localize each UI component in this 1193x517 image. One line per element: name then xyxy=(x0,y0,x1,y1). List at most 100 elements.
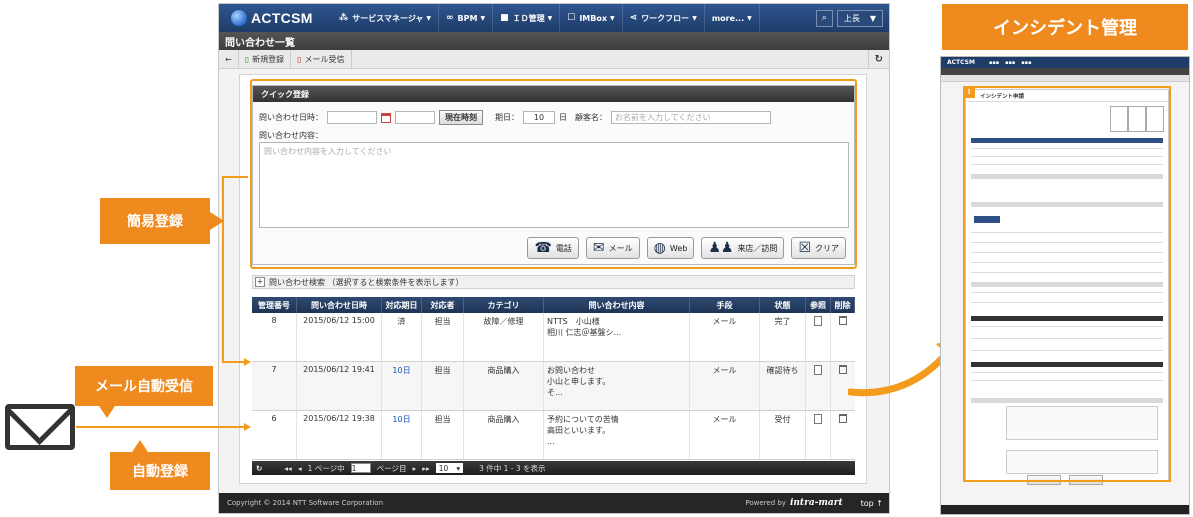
document-icon[interactable] xyxy=(814,365,822,375)
back-button[interactable]: ← xyxy=(219,49,239,69)
cell-method: メール xyxy=(690,411,760,459)
cell-method: メール xyxy=(690,362,760,410)
cell-category: 故障／修理 xyxy=(464,313,544,361)
highlight-badge: ! xyxy=(963,86,975,98)
table-row[interactable]: 7 2015/06/12 19:41 10日 担当 商品購入 お問い合わせ 小山… xyxy=(252,362,855,411)
next-page-icon[interactable]: ▸ xyxy=(412,464,416,473)
cell-datetime: 2015/06/12 19:41 xyxy=(297,362,382,410)
nav-id[interactable]: ■ ＩＤ管理 ▼ xyxy=(493,4,561,32)
trash-icon[interactable] xyxy=(839,414,847,423)
col-category[interactable]: カテゴリ xyxy=(464,297,544,313)
content-line: そ... xyxy=(547,388,563,397)
callout-auto-register: 自動登録 xyxy=(110,440,210,490)
bracket-line xyxy=(222,176,248,178)
new-label: 新規登録 xyxy=(252,54,285,64)
content-line: 相川 仁志＠基盤シ... xyxy=(547,328,622,337)
bracket-line xyxy=(222,361,246,363)
content-line: ... xyxy=(547,437,555,446)
table-row[interactable]: 6 2015/06/12 19:38 10日 担当 商品購入 予約についての苦情… xyxy=(252,411,855,460)
cell-due[interactable]: 10日 xyxy=(382,411,422,459)
user-name: 上長 xyxy=(843,13,860,23)
nav-more[interactable]: more... ▼ xyxy=(705,4,760,32)
col-id[interactable]: 管理番号 xyxy=(252,297,297,313)
cell-datetime: 2015/06/12 15:00 xyxy=(297,313,382,361)
page-size-select[interactable]: 10 ▾ xyxy=(435,463,464,473)
search-toggle-label: 問い合わせ検索 （選択すると検索条件を表示します） xyxy=(269,277,464,287)
mail-line xyxy=(76,426,244,428)
lock-icon: ■ xyxy=(500,13,509,23)
page-input[interactable]: 1 xyxy=(350,463,371,473)
refresh-icon[interactable]: ↻ xyxy=(256,464,262,473)
cell-due[interactable]: 10日 xyxy=(382,362,422,410)
footer: Copyright © 2014 NTT Software Corporatio… xyxy=(219,493,889,513)
mini-footer xyxy=(941,505,1189,514)
chevron-down-icon: ▼ xyxy=(480,14,486,22)
nav-bpm[interactable]: ∞ BPM ▼ xyxy=(439,4,494,32)
content-line: お問い合わせ xyxy=(547,366,595,375)
col-method[interactable]: 手段 xyxy=(690,297,760,313)
envelope-icon xyxy=(5,404,75,450)
nav-label: ＩＤ管理 xyxy=(512,13,545,23)
callout-mail-receive: メール自動受信 xyxy=(75,366,213,418)
content-line: 高田といいます。 xyxy=(547,426,611,435)
cell-id: 8 xyxy=(252,313,297,361)
refresh-button[interactable]: ↻ xyxy=(867,49,889,69)
cell-delete xyxy=(831,411,855,459)
inbox-icon: ☐ xyxy=(567,13,576,23)
cell-due: 済 xyxy=(382,313,422,361)
mini-nav: ACTCSM ▪▪▪ ▪▪▪ ▪▪▪ xyxy=(941,57,1189,68)
chevron-down-icon: ▼ xyxy=(610,14,615,22)
nav-imbox[interactable]: ☐ IMBox ▼ xyxy=(560,4,623,32)
powered-label: Powered by xyxy=(745,499,786,507)
mini-nav-item: ▪▪▪ xyxy=(1005,59,1016,66)
col-content[interactable]: 問い合わせ内容 xyxy=(544,297,690,313)
document-icon[interactable] xyxy=(814,414,822,424)
col-assignee[interactable]: 対応者 xyxy=(422,297,464,313)
bracket-line xyxy=(222,176,224,362)
col-status[interactable]: 状態 xyxy=(760,297,806,313)
page-prefix: 1 ページ中 xyxy=(307,463,345,473)
trash-icon[interactable] xyxy=(839,365,847,374)
callout-simple-register: 簡易登録 xyxy=(100,198,224,244)
last-page-icon[interactable]: ▸▸ xyxy=(422,464,430,473)
trash-icon[interactable] xyxy=(839,316,847,325)
page-size-value: 10 xyxy=(438,463,449,473)
mini-nav-item: ▪▪▪ xyxy=(988,59,1000,66)
incident-form-highlight xyxy=(963,86,1171,482)
mail-label: メール受信 xyxy=(304,54,345,64)
page-suffix: ページ目 xyxy=(376,463,407,473)
cell-status: 完了 xyxy=(760,313,806,361)
chevron-down-icon: ▼ xyxy=(426,14,432,22)
mail-receive-button[interactable]: ▯ メール受信 xyxy=(291,49,352,69)
first-page-icon[interactable]: ◂◂ xyxy=(284,464,292,473)
pager: ↻ ◂◂ ◂ 1 ページ中 1 ページ目 ▸ ▸▸ 10 ▾ 3 件中 1 - 3… xyxy=(252,461,855,475)
content-line: 小山と申します。 xyxy=(547,377,611,386)
nav-service-manager[interactable]: ⁂ サービスマネージャ ▼ xyxy=(332,4,440,32)
refresh-icon: ↻ xyxy=(874,53,883,65)
table-row[interactable]: 8 2015/06/12 15:00 済 担当 故障／修理 NTTS 小山様 相… xyxy=(252,313,855,362)
prev-page-icon[interactable]: ◂ xyxy=(298,464,302,473)
document-icon[interactable] xyxy=(814,316,822,326)
content-line: 予約についての苦情 xyxy=(547,415,619,424)
search-icon[interactable]: ⌕ xyxy=(815,9,833,27)
user-menu[interactable]: 上長 ▼ xyxy=(836,9,883,27)
cell-status: 受付 xyxy=(760,411,806,459)
powered-by: Powered by intra-mart xyxy=(745,498,842,508)
new-button[interactable]: ▯ 新規登録 xyxy=(239,49,292,69)
link-icon: ∞ xyxy=(446,13,454,23)
chevron-down-icon: ▾ xyxy=(456,463,461,473)
top-link[interactable]: top ↑ xyxy=(861,499,883,508)
search-toggle[interactable]: + 問い合わせ検索 （選択すると検索条件を表示します） xyxy=(252,275,855,289)
toolbar: ← ▯ 新規登録 ▯ メール受信 ↻ xyxy=(219,49,889,69)
col-delete: 削除 xyxy=(831,297,855,313)
nav-label: サービスマネージャ xyxy=(352,13,424,23)
table-header: 管理番号 問い合わせ日時 対応期日 対応者 カテゴリ 問い合わせ内容 手段 状態… xyxy=(252,297,855,313)
cell-assignee: 担当 xyxy=(422,313,464,361)
gears-icon: ⁂ xyxy=(339,13,349,23)
mail-doc-icon: ▯ xyxy=(297,54,302,64)
nav-workflow[interactable]: ⋖ ワークフロー ▼ xyxy=(623,4,705,32)
cell-status: 確認待ち xyxy=(760,362,806,410)
col-datetime[interactable]: 問い合わせ日時 xyxy=(297,297,382,313)
cell-assignee: 担当 xyxy=(422,411,464,459)
col-due[interactable]: 対応期日 xyxy=(382,297,422,313)
